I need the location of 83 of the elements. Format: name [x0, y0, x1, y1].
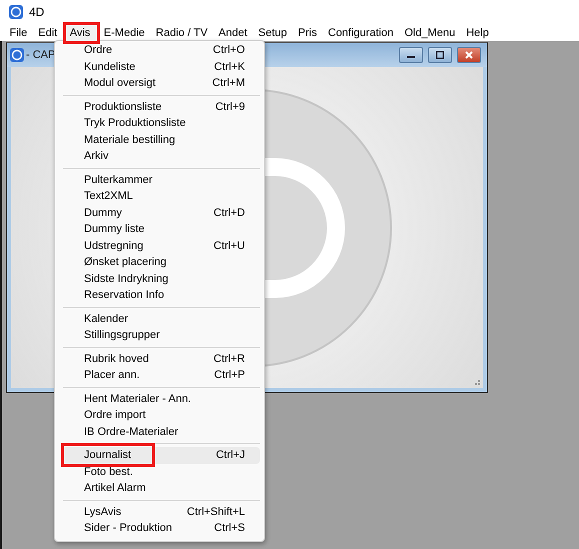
menu-item-label: Udstregning	[84, 240, 144, 252]
shortcut-text: Ctrl+R	[214, 352, 245, 365]
menu-item-label: Journalist	[61, 443, 156, 468]
menu-item[interactable]: Arkiv	[62, 148, 260, 164]
menu-item-label: Tryk Produktionsliste	[84, 117, 186, 130]
menu-item-label: Produktionsliste	[84, 100, 162, 113]
menu-bar-item[interactable]: Edit	[32, 26, 63, 38]
close-button[interactable]	[457, 47, 481, 63]
menu-item-label: Materiale bestilling	[84, 134, 176, 146]
menu-bar-item[interactable]: Avis	[62, 22, 100, 44]
menu-item-label: Arkiv	[84, 150, 108, 162]
menu-item-label: LysAvis	[84, 506, 122, 518]
shortcut-text: Ctrl+Shift+L	[186, 506, 245, 518]
menu-item[interactable]: Artikel Alarm	[62, 480, 260, 496]
menu-bar-item[interactable]: E-Medie	[98, 26, 150, 38]
menu-item[interactable]: Produktionsliste Ctrl+9	[62, 98, 260, 115]
shortcut-text: Ctrl+D	[214, 206, 245, 219]
shortcut-text: Ctrl+S	[214, 522, 245, 534]
maximize-icon	[436, 51, 444, 59]
menu-item-label: Rubrik hoved	[84, 352, 149, 365]
menu-item-label: Sidste Indrykning	[84, 272, 168, 285]
menu-item-label: Dummy liste	[84, 223, 145, 236]
menu-item[interactable]: Sider - Produktion Ctrl+S	[62, 520, 260, 536]
app-title: 4D	[29, 5, 44, 19]
menu-item[interactable]: Kundeliste Ctrl+K	[62, 58, 260, 75]
menu-item[interactable]: Ønsket placering	[62, 254, 260, 270]
menu-item[interactable]: Text2XML	[62, 188, 260, 204]
menu-item[interactable]: IB Ordre-Materialer	[62, 424, 260, 440]
menu-item-label: Foto best.	[84, 466, 133, 478]
menu-item[interactable]: Ordre import	[62, 407, 260, 424]
menu-bar-item[interactable]: Old_Menu	[398, 26, 461, 38]
menu-item-label: Text2XML	[84, 190, 133, 202]
menu-item-label: Kalender	[84, 312, 128, 325]
menu-bar-item[interactable]: Andet	[213, 26, 253, 38]
shortcut-text: Ctrl+9	[215, 100, 245, 113]
menu-item-label: Hent Materialer - Ann.	[84, 392, 191, 405]
menu-item[interactable]: Stillingsgrupper	[62, 327, 260, 344]
menu-item-label: Ønsket placering	[84, 256, 167, 268]
menu-item-label: Pulterkammer	[84, 174, 152, 186]
menu-bar-item[interactable]: Help	[460, 26, 494, 38]
shortcut-text: Ctrl+P	[214, 369, 245, 382]
menu-bar-item[interactable]: Radio / TV	[150, 26, 214, 38]
menu-item[interactable]: Placer ann. Ctrl+P	[62, 367, 260, 384]
menu-item-label: Stillingsgrupper	[84, 329, 160, 342]
menu-item-label: Sider - Produktion	[84, 522, 172, 534]
menu-item[interactable]: Kalender	[62, 310, 260, 327]
minimize-button[interactable]	[399, 47, 423, 63]
menu-item[interactable]: Dummy liste	[62, 221, 260, 238]
menu-bar-item[interactable]: File	[4, 26, 33, 38]
menu-item[interactable]: Tryk Produktionsliste	[62, 115, 260, 132]
menu-item-label: Reservation Info	[84, 289, 164, 302]
menu-item[interactable]: Udstregning Ctrl+U	[62, 238, 260, 254]
menu-item[interactable]: Rubrik hoved Ctrl+R	[62, 350, 260, 367]
menu-item[interactable]: Modul oversigt Ctrl+M	[62, 75, 260, 92]
menu-item[interactable]: Hent Materialer - Ann.	[62, 390, 260, 407]
menu-bar-item[interactable]: Setup	[252, 26, 293, 38]
maximize-button[interactable]	[428, 47, 452, 63]
window-title: - CAP	[26, 49, 56, 61]
menu-item-label: IB Ordre-Materialer	[84, 426, 178, 438]
menu-item[interactable]: Reservation Info	[62, 287, 260, 304]
shortcut-text: Ctrl+J	[216, 449, 245, 462]
shortcut-text: Ctrl+O	[212, 44, 245, 56]
shortcut-text: Ctrl+U	[214, 240, 245, 252]
shortcut-text: Ctrl+M	[212, 77, 245, 90]
menu-item-label: Kundeliste	[84, 60, 136, 73]
menu-bar-item[interactable]: Configuration	[322, 26, 399, 38]
menu-item-label: Placer ann.	[84, 369, 140, 382]
menu-item-label: Artikel Alarm	[84, 482, 146, 494]
app-logo-icon	[10, 48, 24, 62]
app-logo-icon	[9, 5, 23, 19]
menu-item-label: Ordre	[84, 44, 112, 56]
menu-item-label: Modul oversigt	[84, 77, 156, 90]
menu-item[interactable]: Pulterkammer	[62, 172, 260, 188]
menu-item[interactable]: Materiale bestilling	[62, 132, 260, 148]
shortcut-text: Ctrl+K	[214, 60, 245, 73]
close-icon	[465, 51, 473, 59]
menu-item[interactable]: Dummy Ctrl+D	[62, 204, 260, 221]
menu-item[interactable]: Sidste Indrykning	[62, 270, 260, 287]
menu-bar-item[interactable]: Pris	[292, 26, 322, 38]
menu-item-label: Ordre import	[84, 409, 146, 422]
menu-item[interactable]: LysAvis Ctrl+Shift+L	[62, 504, 260, 520]
menu-item[interactable]: Ordre Ctrl+O	[62, 42, 260, 58]
menu-item-label: Dummy	[84, 206, 122, 219]
